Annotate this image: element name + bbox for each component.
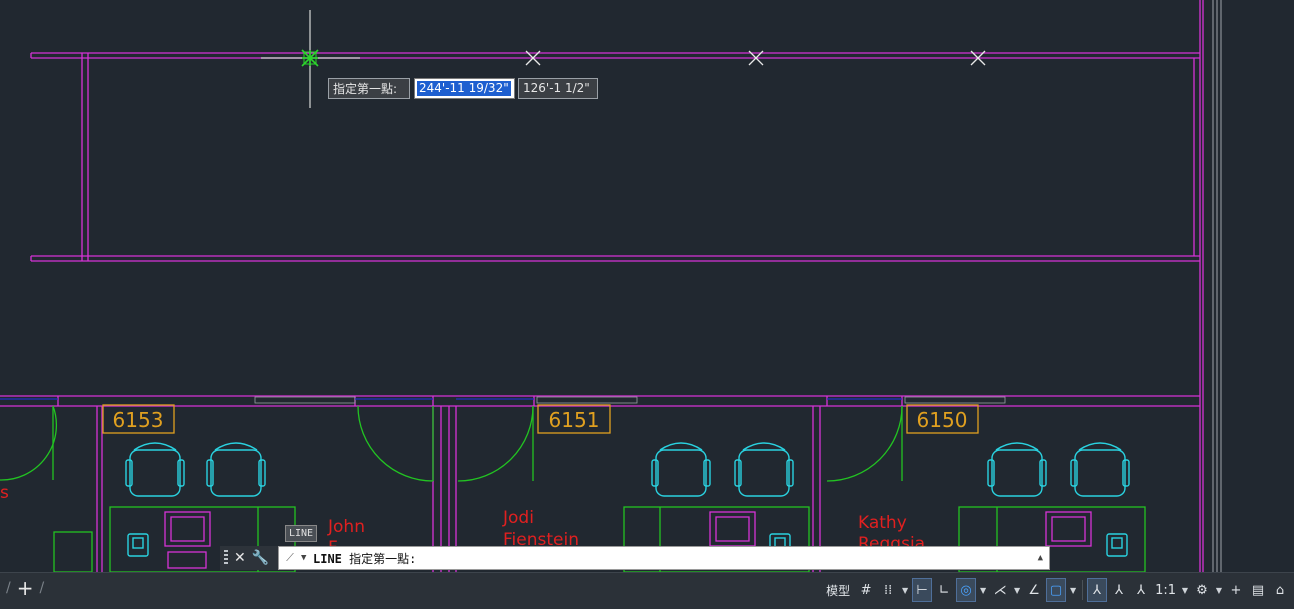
wrench-icon[interactable]: 🔧: [252, 550, 269, 566]
ortho-icon[interactable]: ∟: [934, 578, 954, 602]
edge-text-fragment: s: [0, 483, 9, 503]
scale-chevron-down-icon[interactable]: ▼: [1180, 586, 1190, 595]
object-snap-tracking-icon[interactable]: ∠: [1024, 578, 1044, 602]
chairs: [125, 442, 1130, 557]
room-number: 6150: [917, 408, 968, 432]
snap-chevron-down-icon[interactable]: ▼: [900, 586, 910, 595]
room-number: 6151: [549, 408, 600, 432]
command-line[interactable]: ⟋ ▼ LINE 指定第一點: ▲: [278, 546, 1050, 570]
layout-tabs: / + /: [0, 576, 50, 600]
divider: [1082, 580, 1084, 600]
drawing-right-edge: [1212, 0, 1222, 572]
command-prompt: 指定第一點:: [349, 551, 417, 566]
isodraft-icon[interactable]: ⋌: [990, 578, 1010, 602]
tab-separator: /: [39, 580, 45, 596]
status-bar: / + / 模型 # ⁞⁞ ▼ ⊢ ∟ ◎ ▼ ⋌ ▼ ∠ ▢ ▼ ⅄ ⅄ ⅄ …: [0, 572, 1294, 609]
x-value-text: 244'-11 19/32": [417, 81, 511, 96]
annotation-scale-icon[interactable]: ⅄: [1131, 578, 1151, 602]
command-tooltip: LINE: [285, 525, 318, 542]
close-icon[interactable]: ✕: [234, 550, 246, 566]
gear-icon[interactable]: ⚙: [1192, 578, 1212, 602]
command-prompt-icon: ⟋: [286, 551, 294, 564]
recent-commands-chevron-icon[interactable]: ▼: [301, 553, 313, 563]
status-tools: 模型 # ⁞⁞ ▼ ⊢ ∟ ◎ ▼ ⋌ ▼ ∠ ▢ ▼ ⅄ ⅄ ⅄ 1:1 ▼ …: [822, 577, 1290, 603]
add-icon[interactable]: +: [1226, 578, 1246, 602]
room-number: 6153: [113, 408, 164, 432]
infer-constraints-icon[interactable]: ⊢: [912, 578, 933, 602]
command-line-text: LINE 指定第一點:: [313, 550, 416, 567]
auto-scale-icon[interactable]: ⅄: [1109, 578, 1129, 602]
osnap-marker-icon: [301, 49, 319, 67]
isodraft-chevron-down-icon[interactable]: ▼: [1012, 586, 1022, 595]
workspace-chevron-down-icon[interactable]: ▼: [1214, 586, 1224, 595]
model-space-button[interactable]: 模型: [822, 578, 854, 602]
annotation-scale-value[interactable]: 1:1: [1153, 578, 1178, 602]
dynamic-input-y-field[interactable]: 126'-1 1/2": [518, 78, 598, 99]
room-tag-boxes: [102, 404, 979, 434]
dynamic-input-prompt: 指定第一點:: [328, 78, 410, 99]
drag-grip-icon[interactable]: [224, 550, 228, 566]
drawing-canvas[interactable]: 6153 6151 6150 John F Jodi Fienstein Kat…: [0, 0, 1294, 572]
snap-icon[interactable]: ⁞⁞: [878, 578, 898, 602]
occupant-name: Kathy: [858, 513, 907, 533]
add-layout-icon[interactable]: +: [17, 576, 34, 600]
history-up-icon[interactable]: ▲: [1038, 553, 1043, 563]
annotation-visibility-icon[interactable]: ⅄: [1087, 578, 1108, 602]
polar-chevron-down-icon[interactable]: ▼: [978, 586, 988, 595]
command-name: LINE: [313, 551, 342, 566]
occupant-name: Jodi: [502, 508, 534, 528]
tab-separator: /: [6, 580, 11, 596]
dynamic-input-x-field[interactable]: 244'-11 19/32": [414, 78, 515, 99]
command-line-controls: ✕ 🔧: [220, 546, 278, 570]
occupant-name: John: [327, 517, 365, 537]
object-snap-icon[interactable]: ▢: [1046, 578, 1067, 602]
customize-icon[interactable]: ⌂: [1270, 578, 1290, 602]
osnap-chevron-down-icon[interactable]: ▼: [1068, 586, 1078, 595]
calculator-icon[interactable]: ▤: [1248, 578, 1268, 602]
polar-tracking-icon[interactable]: ◎: [956, 578, 977, 602]
grid-icon[interactable]: #: [856, 578, 876, 602]
